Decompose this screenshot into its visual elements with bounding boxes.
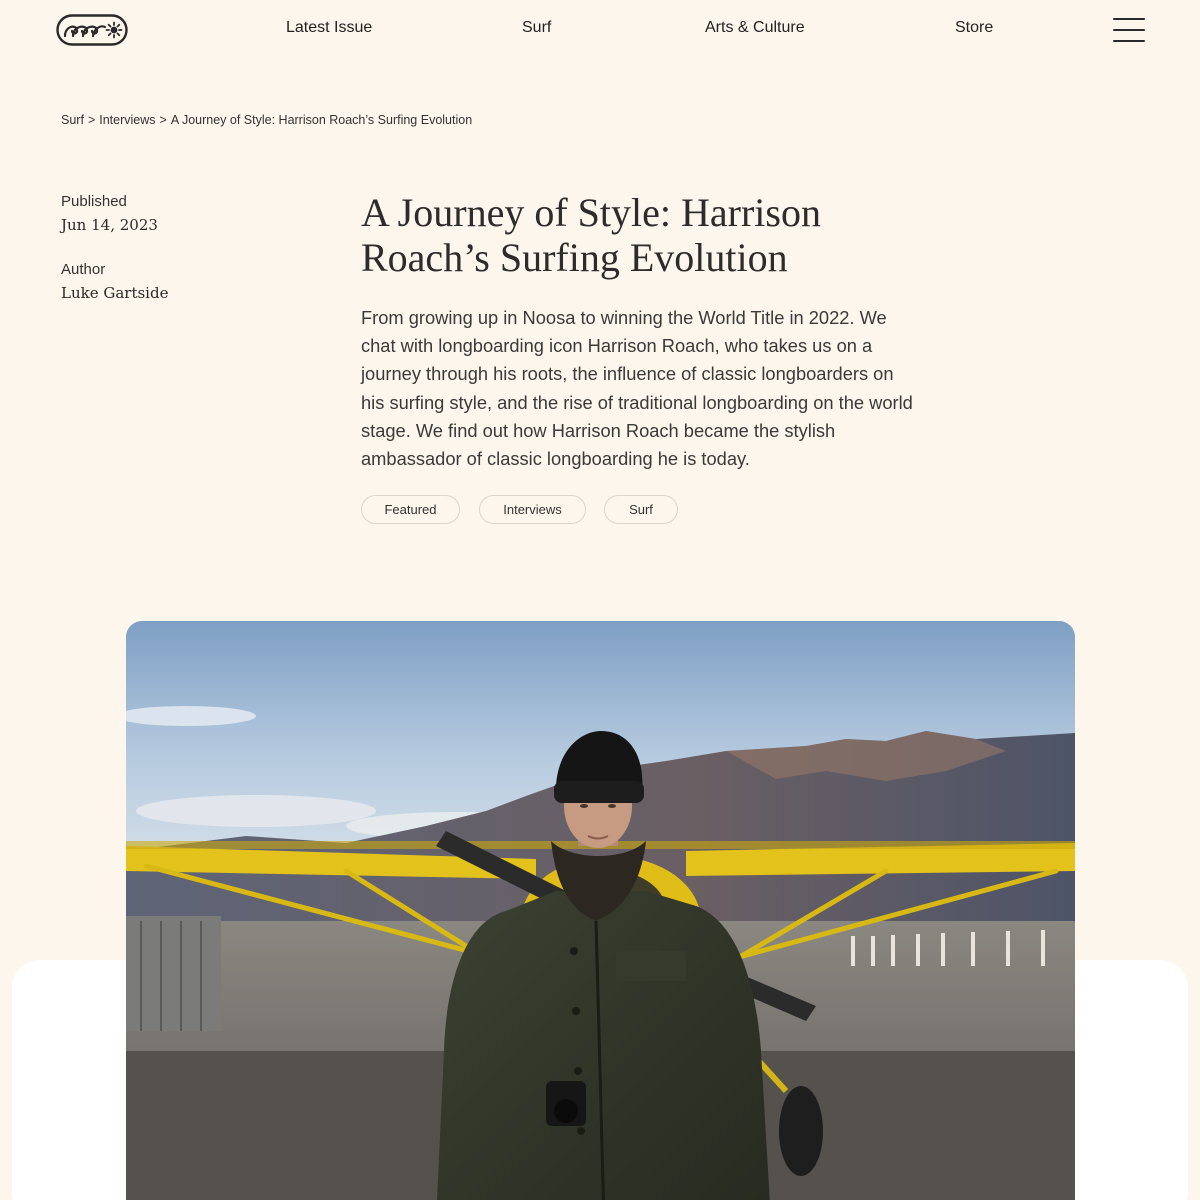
article-lede: From growing up in Noosa to winning the …: [361, 307, 913, 470]
breadcrumb-current: A Journey of Style: Harrison Roach’s Sur…: [170, 113, 473, 127]
hero-image: [126, 621, 1075, 1200]
nav-arts-culture[interactable]: Arts & Culture: [705, 19, 805, 37]
site-header: Latest Issue Surf Arts & Culture Store: [0, 0, 1200, 60]
wave-sun-logo[interactable]: [56, 14, 128, 46]
hero-photo: [126, 621, 1075, 1200]
tag-surf[interactable]: Surf: [604, 495, 678, 524]
menu-line: [1113, 29, 1145, 31]
published-date: Jun 14, 2023: [61, 216, 158, 234]
author-name: Luke Gartside: [61, 284, 168, 302]
breadcrumb-item-surf[interactable]: Surf: [61, 113, 84, 127]
article-page: Latest Issue Surf Arts & Culture Store S…: [0, 0, 1200, 1200]
author-link[interactable]: Luke Gartside: [61, 284, 168, 302]
published-label: Published: [61, 193, 127, 210]
menu-line: [1113, 40, 1145, 42]
tag-featured[interactable]: Featured: [361, 495, 460, 524]
nav-store[interactable]: Store: [955, 19, 993, 37]
breadcrumb-separator: >: [159, 113, 167, 127]
nav-latest-issue[interactable]: Latest Issue: [286, 19, 372, 37]
author-label: Author: [61, 261, 106, 278]
breadcrumb: Surf > Interviews > A Journey of Style: Harr…: [61, 113, 472, 127]
article-title: A Journey of Style: Harrison Roach’s Sur…: [361, 190, 821, 280]
tag-interviews[interactable]: Interviews: [479, 495, 586, 524]
breadcrumb-separator: >: [87, 113, 96, 127]
nav-surf[interactable]: Surf: [522, 19, 551, 37]
logo-icon: [56, 14, 128, 46]
breadcrumb-item-interviews[interactable]: Interviews: [99, 113, 155, 127]
menu-line: [1113, 18, 1145, 20]
hamburger-menu-icon[interactable]: [1112, 16, 1146, 44]
